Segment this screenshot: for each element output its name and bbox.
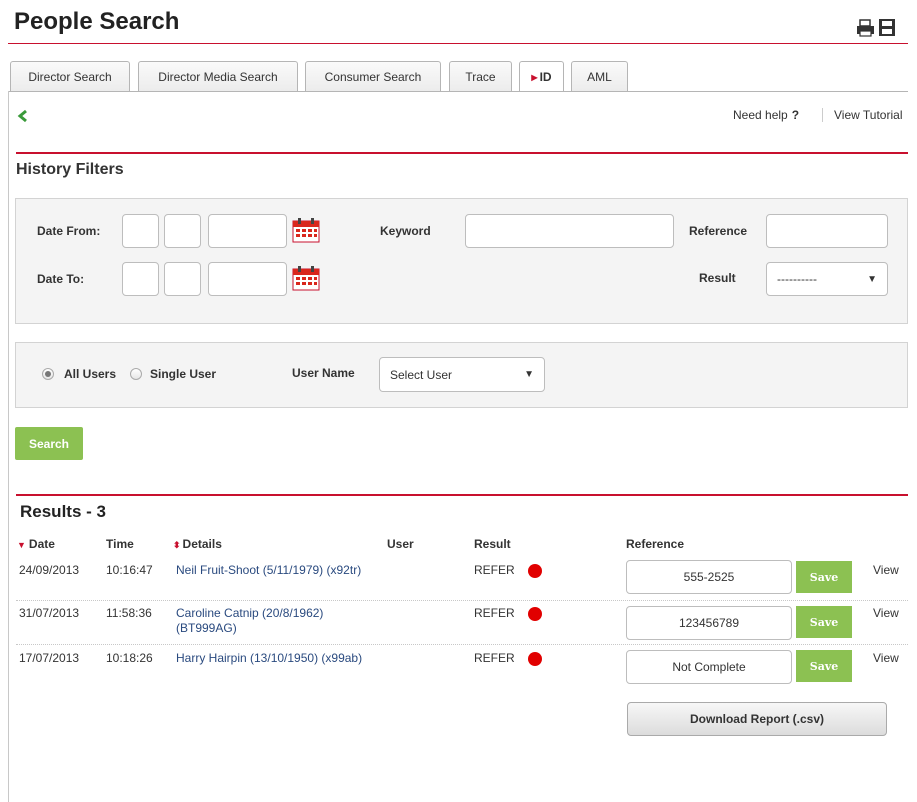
date-from-month-input[interactable] [164,214,201,248]
question-icon: ? [791,108,800,122]
tab-aml[interactable]: AML [571,61,628,91]
date-to-year-input[interactable] [208,262,287,296]
date-to-day-input[interactable] [122,262,159,296]
reference-field[interactable]: Not Complete [626,650,792,684]
row-divider [16,644,908,645]
results-heading: Results - 3 [20,502,106,521]
row-result: REFER [474,606,515,620]
date-from-label: Date From: [37,224,101,238]
tab-director-search[interactable]: Director Search [10,61,130,91]
dropdown-arrow-icon: ▼ [524,369,534,380]
save-button[interactable]: Save [796,561,852,593]
chevron-left-icon[interactable] [16,108,30,124]
dropdown-arrow-icon: ▼ [867,273,877,285]
single-user-label[interactable]: Single User [150,367,216,381]
printer-icon[interactable] [857,19,874,37]
date-to-month-input[interactable] [164,262,201,296]
details-line: Caroline Catnip (20/8/1962) [176,606,324,620]
row-time: 10:16:47 [106,563,153,577]
search-button[interactable]: Search [15,427,83,460]
tab-label: Trace [465,69,496,84]
panel-border [8,91,9,802]
refer-status-icon [528,607,542,621]
print-toolbar [857,19,895,37]
sort-desc-icon: ▼ [17,540,26,550]
row-date: 24/09/2013 [19,563,80,577]
tab-label: Director Search [28,69,112,84]
tab-label: AML [587,69,612,84]
row-date: 17/07/2013 [19,651,80,665]
tab-trace[interactable]: Trace [449,61,512,91]
row-details-link[interactable]: Neil Fruit-Shoot (5/11/1979) (x92tr) [176,563,361,577]
radio-selected-dot [45,371,51,377]
row-divider [16,600,908,601]
row-date: 31/07/2013 [19,606,80,620]
reference-label: Reference [689,224,748,238]
keyword-label: Keyword [380,224,431,238]
refer-status-icon [528,564,542,578]
user-select-value: Select User [390,367,453,382]
help-divider [822,108,823,122]
result-label: Result [699,271,736,285]
view-link[interactable]: View [873,651,899,665]
row-details-link[interactable]: Caroline Catnip (20/8/1962) (BT999AG) [176,606,323,636]
column-header-time: Time [106,537,134,551]
tab-label: Consumer Search [324,69,422,84]
calendar-icon[interactable] [292,217,320,243]
column-header-user: User [387,537,414,551]
column-header-result: Result [474,537,511,551]
view-link[interactable]: View [873,606,899,620]
download-report-button[interactable]: Download Report (.csv) [627,702,887,736]
row-details-link[interactable]: Harry Hairpin (13/10/1950) (x99ab) [176,651,362,665]
row-result: REFER [474,651,515,665]
reference-field[interactable]: 555-2525 [626,560,792,594]
all-users-label[interactable]: All Users [64,367,116,381]
active-tab-marker-icon: ▶ [531,72,538,82]
column-header-date[interactable]: ▼ Date [17,537,55,551]
date-to-label: Date To: [37,272,85,286]
user-select[interactable]: Select User ▼ [379,357,545,392]
section-divider [16,152,908,154]
reference-field[interactable]: 123456789 [626,606,792,640]
history-filters-heading: History Filters [16,161,124,178]
tabs-baseline [8,91,908,92]
reference-input[interactable] [766,214,888,248]
row-result: REFER [474,563,515,577]
refer-status-icon [528,652,542,666]
user-name-label: User Name [292,366,355,380]
tab-consumer-search[interactable]: Consumer Search [305,61,441,91]
tab-director-media-search[interactable]: Director Media Search [138,61,298,91]
details-line: (BT999AG) [176,621,237,635]
save-button[interactable]: Save [796,606,852,638]
date-from-year-input[interactable] [208,214,287,248]
result-select[interactable]: ---------- ▼ [766,262,888,296]
single-user-radio[interactable] [130,368,142,380]
view-tutorial-link[interactable]: View Tutorial [834,108,902,122]
keyword-input[interactable] [465,214,674,248]
page-title: People Search [14,8,180,35]
sort-both-icon: ⬍ [173,540,180,550]
column-header-label: Date [28,537,55,551]
all-users-radio[interactable] [42,368,54,380]
title-divider [8,43,908,44]
date-from-day-input[interactable] [122,214,159,248]
column-header-details[interactable]: ⬍ Details [173,537,222,551]
tab-id[interactable]: ▶ ID [519,61,564,92]
need-help-label: Need help [733,108,788,122]
floppy-icon[interactable] [879,19,895,36]
column-header-reference: Reference [626,537,685,551]
tab-label: Director Media Search [158,69,278,84]
row-time: 11:58:36 [106,606,152,620]
section-divider [16,494,908,496]
column-header-label: Details [182,537,222,551]
view-link[interactable]: View [873,563,899,577]
calendar-icon[interactable] [292,265,320,291]
save-button[interactable]: Save [796,650,852,682]
row-time: 10:18:26 [106,651,153,665]
tab-label: ID [539,70,552,84]
result-select-value: ---------- [777,272,817,286]
need-help-link[interactable]: Need help? [733,108,799,122]
